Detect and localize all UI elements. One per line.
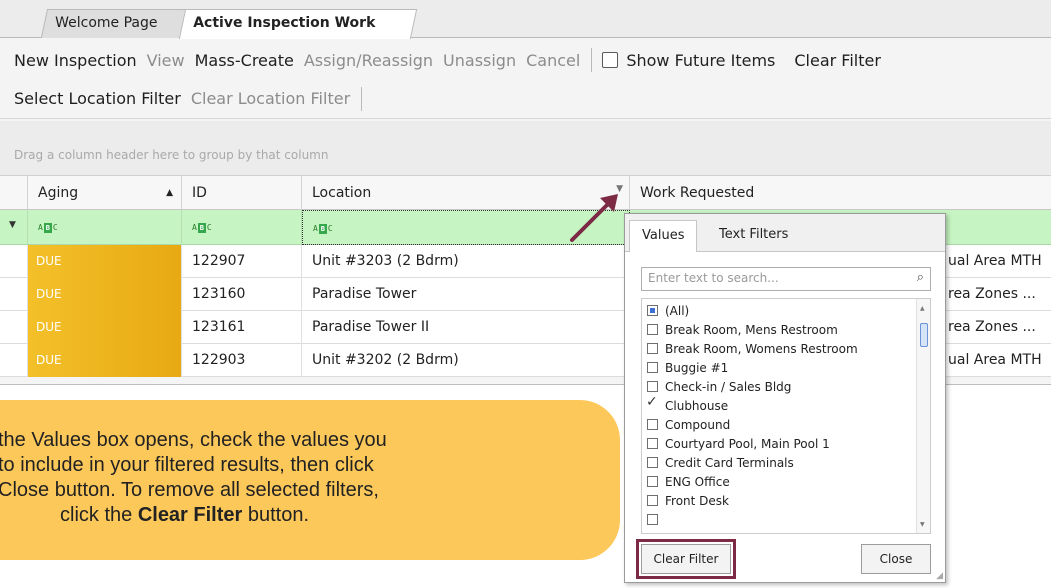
pointer-arrow-icon [570,194,618,242]
tab-active-inspection-work[interactable]: Active Inspection Work [178,9,418,39]
unassign-button[interactable]: Unassign [438,51,521,70]
filter-value-item[interactable]: ENG Office [647,472,730,491]
text-filter-icon: ABC [38,223,58,233]
value-checkbox[interactable] [647,419,658,430]
mass-create-button[interactable]: Mass-Create [190,51,299,70]
filter-search-input[interactable]: Enter text to search... ⌕ [641,267,931,291]
main-toolbar: New Inspection View Mass-Create Assign/R… [0,40,1051,80]
location-cell: Paradise Tower II [302,311,630,344]
assign-reassign-button[interactable]: Assign/Reassign [299,51,438,70]
column-header-aging[interactable]: Aging ▲ [28,176,182,210]
popup-clear-filter-button[interactable]: Clear Filter [641,544,731,574]
check-icon: ✓ [646,394,658,410]
filter-popup-tabs: Values Text Filters [625,214,945,252]
cancel-button[interactable]: Cancel [521,51,585,70]
value-checkbox[interactable] [647,495,658,506]
scroll-up-icon[interactable]: ▲ [920,305,925,312]
value-checkbox-checked[interactable]: ✓ [646,394,658,411]
location-cell: Paradise Tower [302,278,630,311]
location-toolbar: Select Location Filter Clear Location Fi… [0,79,1051,119]
text-filter-icon: ABC [313,224,333,234]
filter-value-all[interactable]: (All) [647,301,689,320]
filter-value-item[interactable]: Front Desk [647,491,729,510]
sort-ascending-icon: ▲ [166,188,173,198]
aging-cell: DUE [28,344,182,377]
filter-value-item[interactable]: Break Room, Womens Restroom [647,339,858,358]
tab-welcome-page[interactable]: Welcome Page [40,9,188,38]
clear-filter-toolbar-button[interactable]: Clear Filter [789,51,886,70]
header-indicator-cell [0,176,28,210]
value-checkbox[interactable] [647,324,658,335]
filter-value-item[interactable]: Break Room, Mens Restroom [647,320,838,339]
aging-cell: DUE [28,311,182,344]
clear-location-filter-button[interactable]: Clear Location Filter [186,89,355,108]
tristate-checkbox[interactable] [647,305,658,316]
toolbar-divider [591,48,593,72]
filter-values-list: (All) Break Room, Mens Restroom Break Ro… [641,298,931,534]
column-header-work-requested[interactable]: Work Requested [630,176,1051,210]
value-checkbox[interactable] [647,514,658,525]
scroll-thumb[interactable] [920,323,928,347]
id-cell: 123160 [182,278,302,311]
value-checkbox[interactable] [647,476,658,487]
value-checkbox[interactable] [647,381,658,392]
aging-cell: DUE [28,278,182,311]
select-location-filter-button[interactable]: Select Location Filter [0,89,186,108]
scroll-down-icon[interactable]: ▼ [920,521,925,528]
show-future-items-checkbox[interactable] [602,52,619,68]
grid-header: Aging ▲ ID Location ▼ Work Requested [0,176,1051,210]
instruction-line: to include in your filtered results, the… [0,454,374,476]
aging-cell: DUE [28,245,182,278]
filter-funnel-icon: ▼ [9,220,16,230]
list-scrollbar[interactable]: ▲ ▼ [916,299,930,533]
id-filter-cell[interactable]: ABC [182,210,302,245]
resize-grip-icon[interactable]: ◢ [936,571,943,581]
view-button[interactable]: View [142,51,190,70]
values-filter-popup: Values Text Filters Enter text to search… [624,213,946,583]
instruction-line-last: click the Clear Filter button. [60,504,310,526]
search-placeholder: Enter text to search... [648,271,779,285]
aging-filter-cell[interactable]: ABC [28,210,182,245]
tab-strip: Welcome Page Active Inspection Work [0,0,1051,39]
filter-value-item-partial[interactable] [647,510,665,529]
filter-value-item[interactable]: Credit Card Terminals [647,453,794,472]
toolbar-divider [361,86,363,111]
value-checkbox[interactable] [647,438,658,449]
new-inspection-button[interactable]: New Inspection [0,51,142,70]
group-by-hint: Drag a column header here to group by th… [14,148,329,162]
search-icon: ⌕ [916,270,924,285]
filter-row-indicator: ▼ [0,210,28,245]
show-future-items-toggle[interactable]: Show Future Items [598,51,789,70]
filter-value-item[interactable]: Compound [647,415,730,434]
instruction-text: the Values box opens, check the values y… [0,428,392,528]
show-future-items-label: Show Future Items [626,50,776,70]
group-by-panel[interactable]: Drag a column header here to group by th… [0,121,1051,176]
column-header-id[interactable]: ID [182,176,302,210]
value-checkbox[interactable] [647,362,658,373]
text-filter-icon: ABC [192,223,212,233]
tab-text-filters[interactable]: Text Filters [707,220,800,252]
popup-close-button[interactable]: Close [861,544,931,574]
filter-value-item[interactable]: Courtyard Pool, Main Pool 1 [647,434,830,453]
tab-values[interactable]: Values [629,220,698,252]
id-cell: 122903 [182,344,302,377]
value-checkbox[interactable] [647,343,658,354]
id-cell: 123161 [182,311,302,344]
filter-value-item[interactable]: Check-in / Sales Bldg [647,377,791,396]
value-checkbox[interactable] [647,457,658,468]
location-cell: Unit #3202 (2 Bdrm) [302,344,630,377]
instruction-line: Close button. To remove all selected fil… [0,479,379,501]
instruction-line: the Values box opens, check the values y… [0,429,387,451]
filter-value-item[interactable]: Buggie #1 [647,358,728,377]
filter-value-item[interactable]: ✓ Clubhouse [646,394,728,415]
id-cell: 122907 [182,245,302,278]
